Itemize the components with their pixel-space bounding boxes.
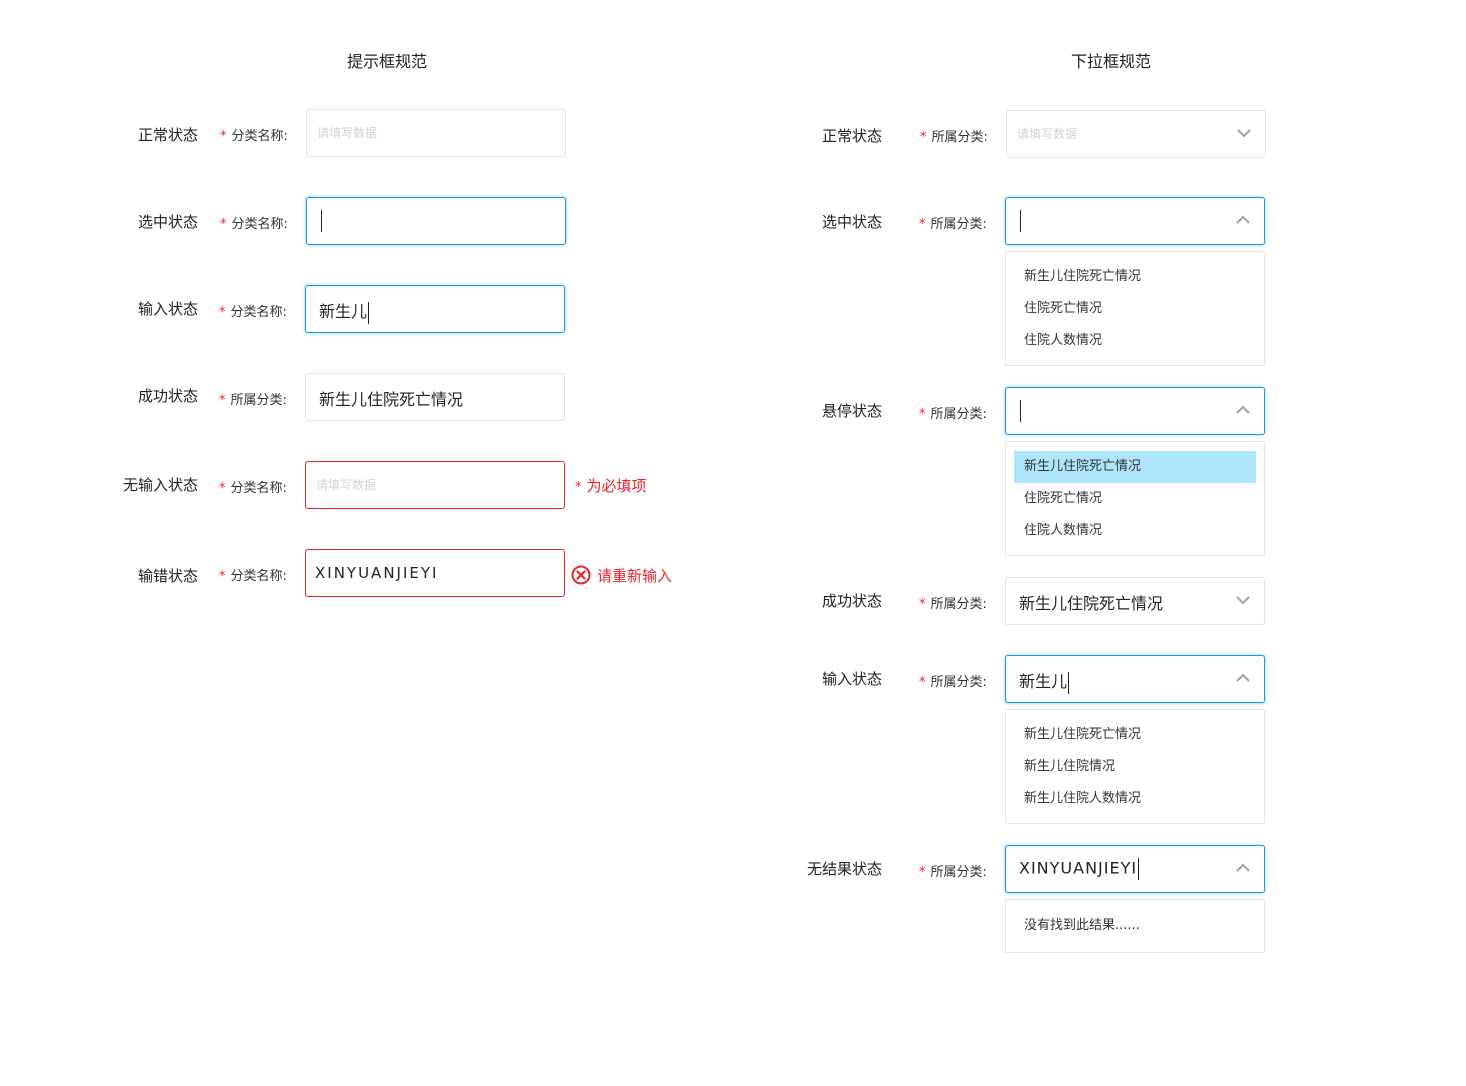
dropdown-menu: 新生儿住院死亡情况 住院死亡情况 住院人数情况 [1005,441,1265,556]
left-section-title: 提示框规范 [347,52,428,71]
required-mark: * [919,217,926,232]
category-name-input[interactable]: 请填写数据 [306,109,566,157]
text-caret [1020,210,1021,232]
dropdown-option[interactable]: 住院死亡情况 [1014,483,1256,515]
field-label: * 分类名称: [220,217,288,232]
text-caret [1068,671,1070,694]
state-label: 选中状态 [137,213,198,231]
state-label: 输入状态 [821,670,882,688]
chevron-up-icon [1236,215,1250,224]
error-circle-icon [571,565,591,585]
dropdown-option[interactable]: 住院人数情况 [1014,325,1256,357]
category-input[interactable]: 新生儿住院死亡情况 [305,373,565,421]
state-label: 正常状态 [821,127,882,145]
input-placeholder: 请填写数据 [316,478,377,492]
category-select[interactable]: 新生儿 [1005,655,1265,703]
text-caret [368,301,370,324]
dropdown-menu: 没有找到此结果...... [1005,899,1265,953]
input-placeholder: 请填写数据 [317,126,378,140]
category-name-input[interactable]: 新生儿 [305,285,565,333]
category-name-input[interactable]: 请填写数据 [305,461,565,509]
state-label: 输入状态 [137,300,198,318]
select-value: 新生儿 [1019,668,1070,694]
state-label: 成功状态 [137,387,198,405]
text-caret [1020,400,1021,422]
state-label: 选中状态 [821,213,882,231]
category-select[interactable] [1005,197,1265,245]
field-label: * 分类名称: [219,481,287,496]
state-label: 输错状态 [137,567,198,585]
dropdown-option[interactable]: 新生儿住院情况 [1014,751,1256,783]
input-value: 新生儿住院死亡情况 [319,390,464,409]
chevron-up-icon [1236,863,1250,872]
dropdown-option-hovered[interactable]: 新生儿住院死亡情况 [1014,451,1256,483]
dropdown-menu: 新生儿住院死亡情况 新生儿住院情况 新生儿住院人数情况 [1005,709,1265,824]
field-label: * 所属分类: [919,865,987,880]
dropdown-option[interactable]: 新生儿住院死亡情况 [1014,719,1256,751]
dropdown-option[interactable]: 住院人数情况 [1014,515,1256,547]
required-mark: * [219,481,226,496]
required-mark: * [220,217,227,232]
required-mark: * [919,597,926,612]
input-value: XINYUANJIEYI [315,564,439,582]
required-mark: * [919,675,926,690]
chevron-down-icon [1237,129,1251,138]
field-label: * 分类名称: [220,129,288,144]
category-select[interactable] [1005,387,1265,435]
input-value: 新生儿 [319,298,370,324]
right-section-title: 下拉框规范 [1071,52,1152,71]
state-label: 无输入状态 [122,476,198,494]
field-label: * 所属分类: [919,597,987,612]
field-label: * 分类名称: [219,305,287,320]
required-mark: * [920,130,927,145]
required-mark: * [219,305,226,320]
chevron-up-icon [1236,405,1250,414]
category-select[interactable]: 请填写数据 [1006,110,1266,158]
dropdown-option[interactable]: 住院死亡情况 [1014,293,1256,325]
required-mark: * [219,569,226,584]
category-name-input[interactable]: XINYUANJIEYI [305,549,565,597]
field-label: * 所属分类: [919,217,987,232]
no-result-text: 没有找到此结果...... [1024,918,1140,933]
state-label: 无结果状态 [806,860,882,878]
chevron-down-icon [1236,596,1250,605]
field-label: * 所属分类: [919,675,987,690]
field-label: * 所属分类: [920,130,988,145]
category-select[interactable]: XINYUANJIEYI [1005,845,1265,893]
category-name-input[interactable] [306,197,566,245]
dropdown-option[interactable]: 新生儿住院人数情况 [1014,783,1256,815]
required-mark: * [919,407,926,422]
dropdown-menu: 新生儿住院死亡情况 住院死亡情况 住院人数情况 [1005,251,1265,366]
text-caret [321,210,322,232]
state-label: 成功状态 [821,592,882,610]
select-value: XINYUANJIEYI [1019,858,1140,880]
state-label: 正常状态 [137,126,198,144]
field-label: * 所属分类: [219,393,287,408]
required-mark: * [919,865,926,880]
chevron-up-icon [1236,673,1250,682]
select-placeholder: 请填写数据 [1017,127,1078,141]
text-caret [1138,858,1140,880]
field-label: * 所属分类: [919,407,987,422]
select-value: 新生儿住院死亡情况 [1019,594,1164,613]
required-mark: * [219,393,226,408]
required-message: * 为必填项 [575,477,647,495]
state-label: 悬停状态 [821,402,882,420]
category-select[interactable]: 新生儿住院死亡情况 [1005,577,1265,625]
field-label: * 分类名称: [219,569,287,584]
error-message: 请重新输入 [597,567,673,585]
dropdown-option[interactable]: 新生儿住院死亡情况 [1014,261,1256,293]
required-mark: * [220,129,227,144]
